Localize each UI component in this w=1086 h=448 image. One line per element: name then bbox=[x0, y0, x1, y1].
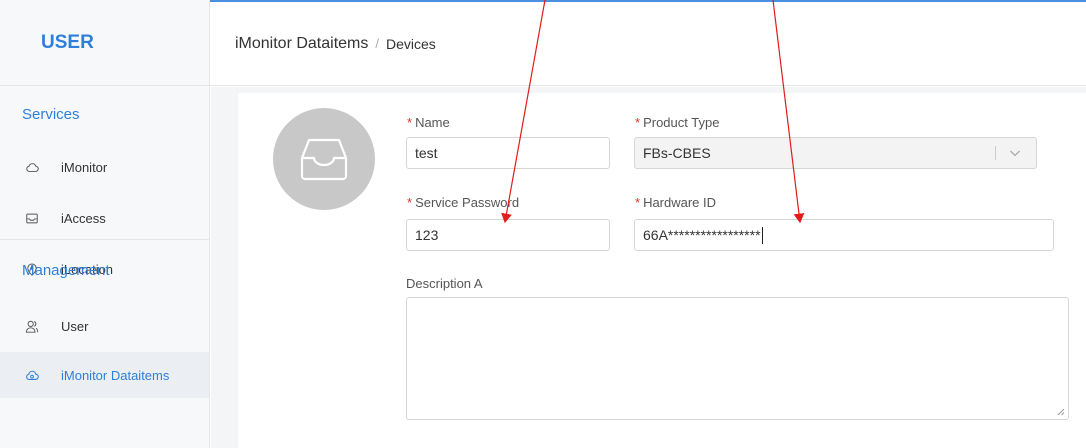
sidebar-item-label: iMonitor bbox=[61, 160, 108, 175]
description-textarea[interactable] bbox=[406, 297, 1069, 420]
required-mark: * bbox=[635, 195, 641, 210]
cloud-sync-icon bbox=[25, 368, 39, 382]
sidebar-item-label: iMonitor Dataitems bbox=[61, 367, 170, 383]
hardware-id-label: * Hardware ID bbox=[635, 195, 717, 210]
required-mark: * bbox=[407, 115, 413, 130]
resize-handle-icon[interactable] bbox=[1056, 407, 1065, 416]
required-mark: * bbox=[635, 115, 641, 130]
breadcrumb-root-link[interactable]: iMonitor Dataitems bbox=[235, 35, 368, 53]
inbox-icon bbox=[300, 138, 348, 181]
brand-title: USER bbox=[0, 0, 209, 86]
app-window: USER Services iMonitor iAccess iLocation… bbox=[0, 0, 1086, 448]
breadcrumb-current: Devices bbox=[386, 35, 436, 52]
inbox-icon bbox=[25, 212, 39, 226]
product-type-select[interactable]: FBs-CBES bbox=[634, 137, 1037, 169]
service-password-label: * Service Password bbox=[407, 195, 520, 210]
chevron-down-icon bbox=[1010, 150, 1020, 157]
required-mark: * bbox=[407, 195, 413, 210]
breadcrumb-separator: / bbox=[375, 36, 379, 51]
cloud-icon bbox=[25, 161, 39, 175]
sidebar-item-label: User bbox=[61, 319, 89, 334]
sidebar-item-imonitor[interactable]: iMonitor bbox=[0, 142, 209, 193]
product-type-label: * Product Type bbox=[635, 115, 720, 130]
sidebar-item-label: iAccess bbox=[61, 211, 106, 226]
name-label: * Name bbox=[407, 115, 450, 130]
breadcrumb: iMonitor Dataitems / Devices bbox=[210, 0, 1086, 86]
hardware-id-field[interactable]: 66A***************** bbox=[634, 219, 1054, 251]
sidebar-item-imonitor-dataitems[interactable]: iMonitor Dataitems bbox=[0, 352, 209, 398]
sidebar-item-user[interactable]: User bbox=[0, 301, 209, 352]
name-field[interactable]: test bbox=[406, 137, 610, 169]
services-group: Services iMonitor iAccess iLocation bbox=[0, 86, 209, 278]
text-cursor bbox=[761, 226, 763, 244]
services-section-title: Services bbox=[22, 105, 80, 123]
management-section-title: Management bbox=[0, 239, 209, 301]
device-avatar bbox=[273, 108, 375, 210]
sidebar: USER Services iMonitor iAccess iLocation… bbox=[0, 0, 210, 448]
select-divider bbox=[995, 146, 996, 160]
description-label: Description A bbox=[406, 276, 483, 291]
users-icon bbox=[25, 320, 39, 334]
service-password-field[interactable]: 123 bbox=[406, 219, 610, 251]
sidebar-item-iaccess[interactable]: iAccess bbox=[0, 193, 209, 244]
